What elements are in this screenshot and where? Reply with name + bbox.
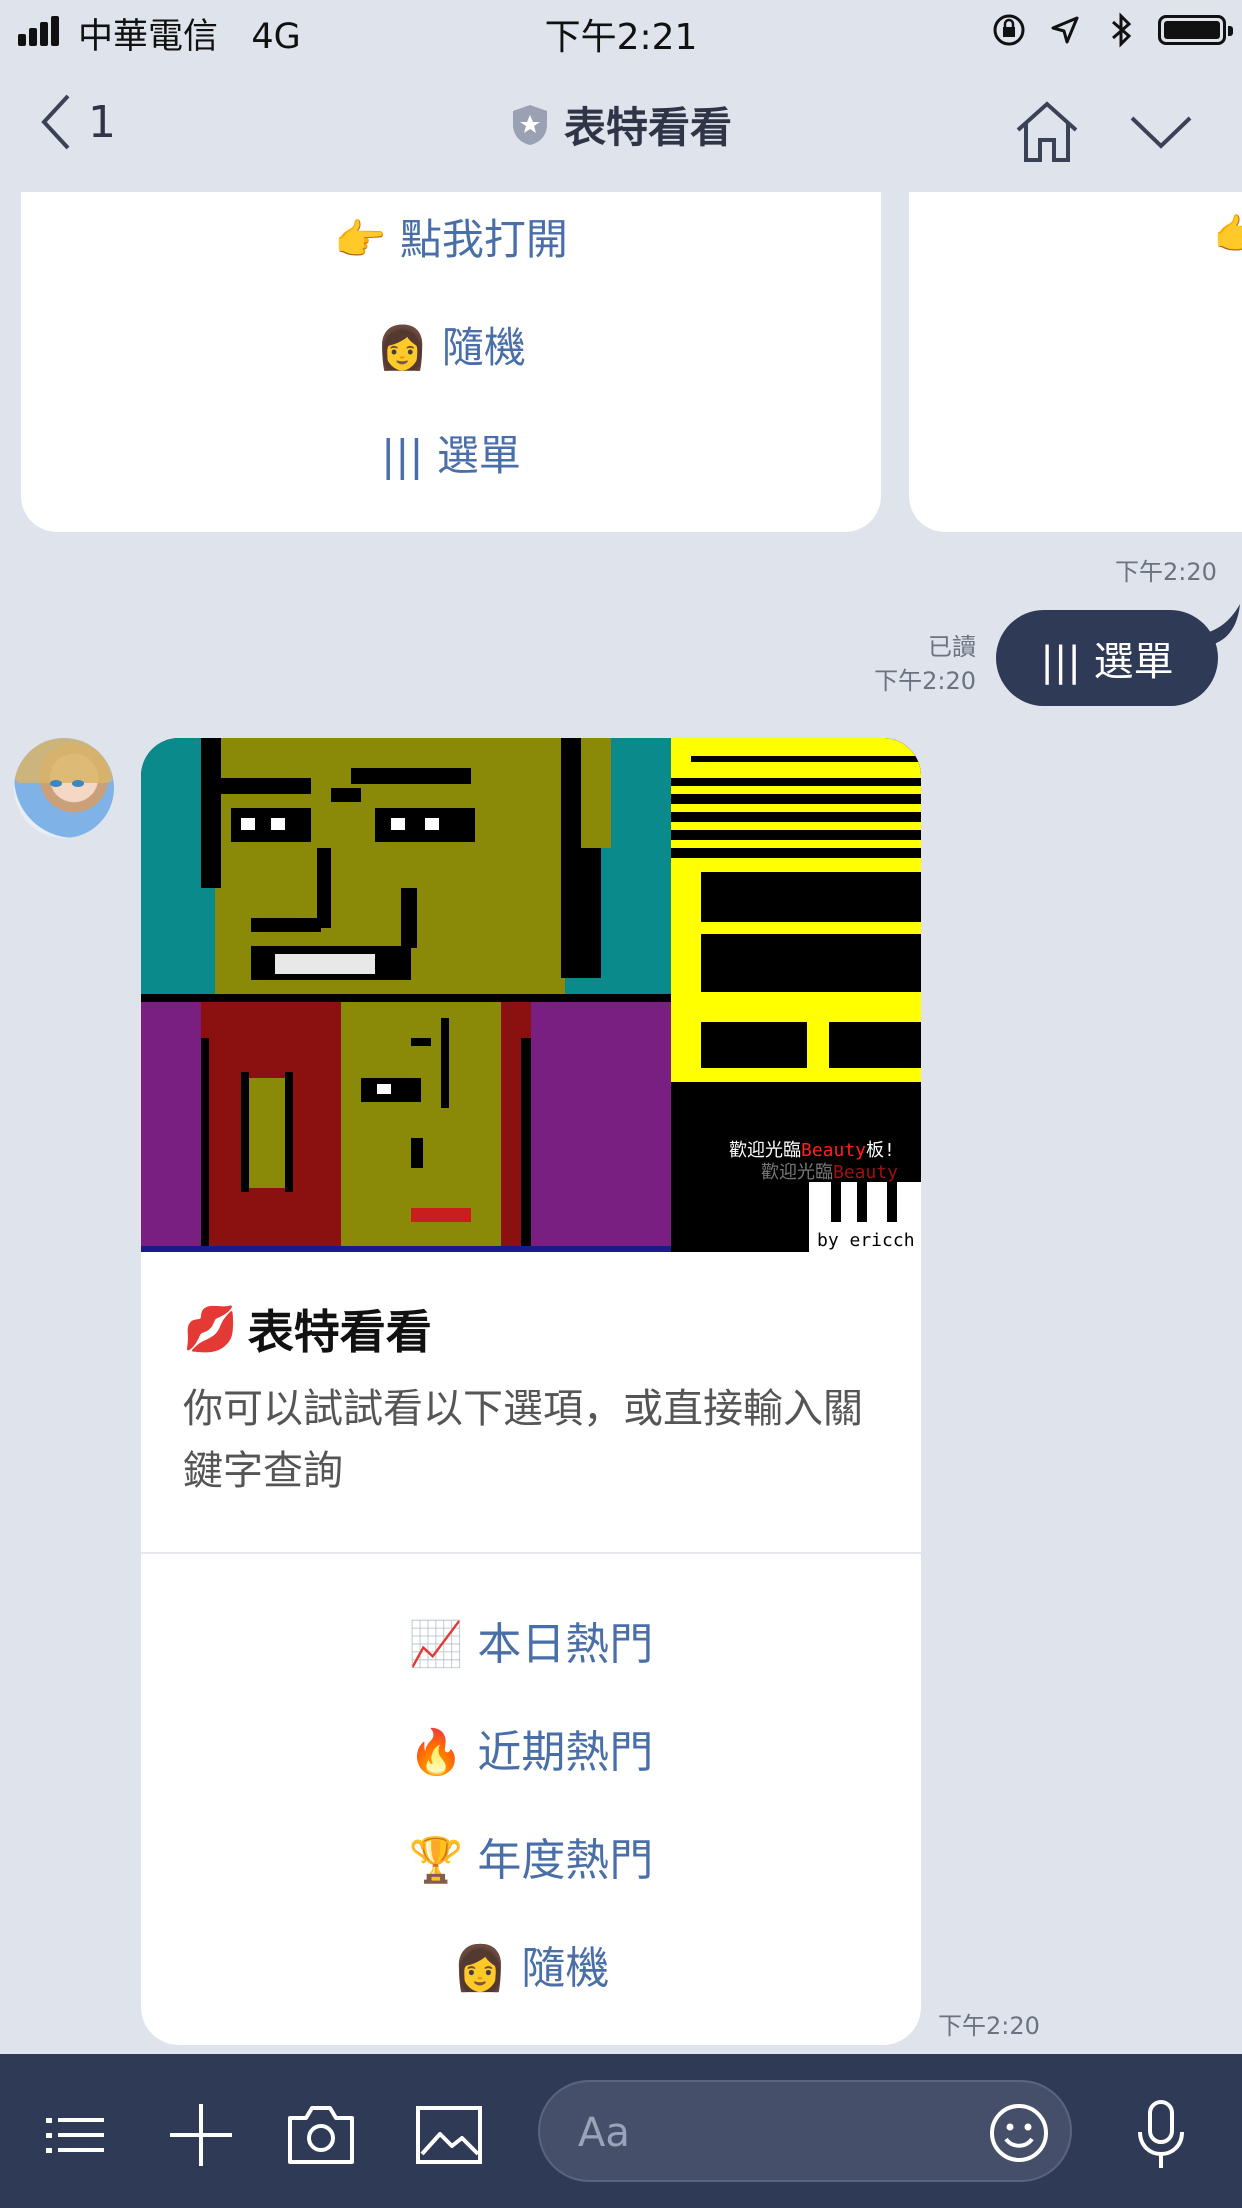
lips-icon: 💋 bbox=[183, 1304, 238, 1355]
action-label: 年度熱門 bbox=[477, 1835, 654, 1886]
divider bbox=[141, 1552, 921, 1554]
carousel-card-next[interactable]: 👉 bbox=[909, 192, 1242, 532]
action-label: ||| 選單 bbox=[381, 431, 521, 480]
hero-credit-text: by ericch bbox=[817, 1230, 915, 1251]
pixel-art-image: 歡迎光臨Beauty板! 歡迎光臨Beauty by ericch bbox=[141, 738, 921, 1252]
woman-icon: 👩 bbox=[376, 323, 429, 372]
input-toolbar: Aa bbox=[0, 2054, 1242, 2208]
action-menu[interactable]: ||| 選單 bbox=[21, 422, 881, 483]
camera-icon bbox=[288, 2106, 354, 2164]
read-receipt: 已讀 下午2:20 bbox=[874, 630, 976, 698]
chevron-down-icon bbox=[1130, 116, 1192, 149]
bluetooth-icon bbox=[1102, 11, 1140, 49]
card-title: 💋 表特看看 bbox=[183, 1296, 432, 1362]
trophy-icon: 🏆 bbox=[408, 1835, 464, 1886]
action-yearly-hot[interactable]: 🏆 年度熱門 bbox=[141, 1824, 921, 1888]
hero-welcome-text-shadow: 歡迎光臨Beauty bbox=[761, 1162, 898, 1183]
hero-image[interactable]: 歡迎光臨Beauty板! 歡迎光臨Beauty by ericch bbox=[141, 738, 921, 1252]
battery-icon bbox=[1158, 15, 1233, 45]
official-account-shield-icon bbox=[512, 104, 547, 145]
woman-icon: 👩 bbox=[452, 1943, 508, 1994]
camera-button[interactable] bbox=[286, 2100, 356, 2170]
message-input[interactable]: Aa bbox=[538, 2080, 1072, 2182]
action-random[interactable]: 👩 隨機 bbox=[141, 1932, 921, 1996]
card-description: 你可以試試看以下選項，或直接輸入關鍵字查詢 bbox=[183, 1386, 863, 1494]
home-icon bbox=[1016, 101, 1078, 162]
image-button[interactable] bbox=[414, 2100, 484, 2170]
image-icon bbox=[416, 2106, 482, 2164]
voice-button[interactable] bbox=[1126, 2100, 1196, 2170]
read-label: 已讀 bbox=[928, 633, 976, 661]
carousel-card: 👉 點我打開 👩 隨機 ||| 選單 bbox=[21, 192, 881, 532]
bot-avatar[interactable] bbox=[14, 738, 114, 838]
action-label: 隨機 bbox=[521, 1943, 610, 1994]
location-icon bbox=[1046, 11, 1084, 49]
sent-message-bubble[interactable]: ||| 選單 bbox=[996, 610, 1218, 706]
microphone-icon bbox=[1138, 2100, 1184, 2168]
fire-icon: 🔥 bbox=[408, 1727, 464, 1778]
flex-message-card: 歡迎光臨Beauty板! 歡迎光臨Beauty by ericch 💋 表特看看… bbox=[141, 738, 921, 2045]
action-recent-hot[interactable]: 🔥 近期熱門 bbox=[141, 1716, 921, 1780]
emoji-icon bbox=[990, 2104, 1048, 2162]
menu-button[interactable] bbox=[40, 2100, 110, 2170]
action-label: 本日熱門 bbox=[477, 1619, 654, 1670]
status-bar: 中華電信 4G 下午2:21 bbox=[0, 0, 1242, 60]
pointing-hand-icon: 👉 bbox=[334, 215, 387, 264]
home-button[interactable] bbox=[1012, 98, 1082, 164]
card-title-text: 表特看看 bbox=[247, 1305, 432, 1359]
action-label: 近期熱門 bbox=[477, 1727, 654, 1778]
add-button[interactable] bbox=[166, 2100, 236, 2170]
action-label: 點我打開 bbox=[399, 215, 568, 264]
orientation-lock-icon bbox=[990, 11, 1028, 49]
chat-header: 1 表特看看 bbox=[0, 60, 1242, 192]
input-placeholder: Aa bbox=[578, 2110, 630, 2156]
menu-icon bbox=[46, 2118, 104, 2153]
pointing-hand-icon: 👉 bbox=[1213, 210, 1242, 259]
action-open-link[interactable]: 👉 點我打開 bbox=[21, 206, 881, 267]
sent-time: 下午2:20 bbox=[874, 667, 976, 695]
expand-menu-button[interactable] bbox=[1128, 112, 1194, 152]
action-label: 隨機 bbox=[441, 323, 526, 372]
hero-welcome-text: 歡迎光臨Beauty板! bbox=[729, 1140, 895, 1161]
message-timestamp: 下午2:20 bbox=[1115, 558, 1217, 586]
message-timestamp: 下午2:20 bbox=[938, 2012, 1040, 2040]
action-daily-hot[interactable]: 📈 本日熱門 bbox=[141, 1608, 921, 1672]
chart-increasing-icon: 📈 bbox=[408, 1619, 464, 1670]
plus-icon bbox=[170, 2104, 232, 2166]
emoji-button[interactable] bbox=[988, 2102, 1050, 2164]
chat-title-text: 表特看看 bbox=[563, 103, 732, 152]
action-random[interactable]: 👩 隨機 bbox=[21, 314, 881, 375]
